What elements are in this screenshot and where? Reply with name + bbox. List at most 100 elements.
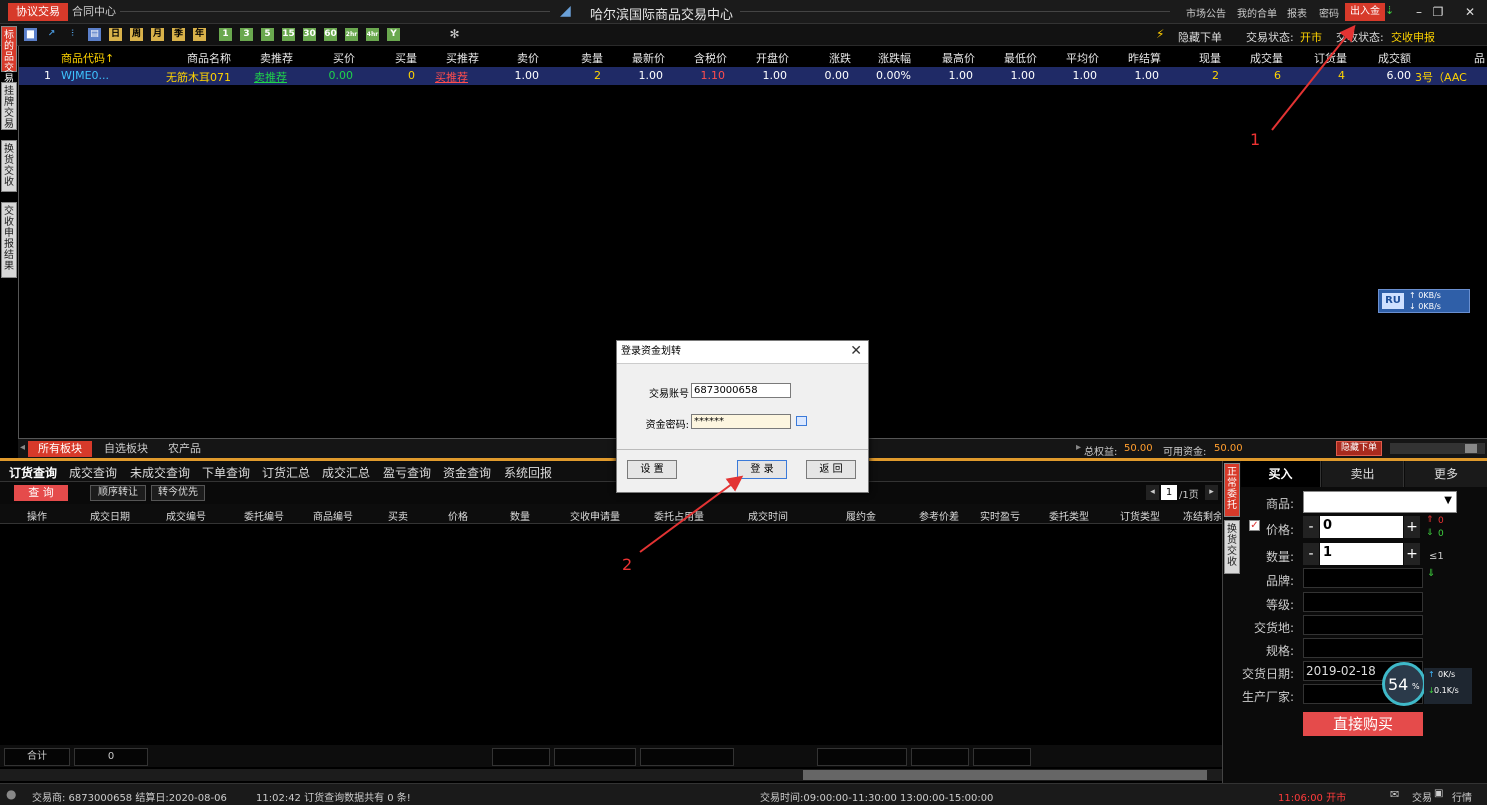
link-password[interactable]: 密码 [1319,5,1339,20]
horizontal-scrollbar[interactable] [1390,443,1485,454]
hour-2[interactable]: 2hr [345,28,358,41]
col-brand[interactable]: 品 [1474,50,1487,66]
quantity-input[interactable]: 1 [1320,543,1403,565]
qcol-frozen-remain[interactable]: 冻结剩余 [1183,508,1221,523]
order-transfer-button[interactable]: 顺序转让 [90,485,146,501]
tab-sell[interactable]: 卖出 [1322,461,1404,487]
col-change[interactable]: 涨跌 [809,50,851,66]
row-sell-rec-link[interactable]: 卖推荐 [241,69,287,85]
scrollbar-thumb[interactable] [1465,444,1477,453]
qtab-pending-query[interactable]: 未成交查询 [130,464,190,481]
qtab-pnl-query[interactable]: 盈亏查询 [383,464,431,481]
period-day[interactable]: 日 [109,28,122,41]
qcol-ref-spread[interactable]: 参考价差 [919,508,959,523]
tab-buy[interactable]: 买入 [1241,461,1321,487]
col-volume[interactable]: 成交量 [1239,50,1283,66]
memory-gauge[interactable]: 54 % [1382,662,1426,706]
qtab-trade-query[interactable]: 成交查询 [69,464,117,481]
qtab-trade-summary[interactable]: 成交汇总 [322,464,370,481]
qtab-order-summary[interactable]: 订货汇总 [262,464,310,481]
period-year[interactable]: 年 [193,28,206,41]
link-market-notice[interactable]: 市场公告 [1186,5,1226,20]
sidetab-exchange-delivery[interactable]: 换货交收 [1,140,17,192]
col-low[interactable]: 最低价 [989,50,1037,66]
price-input[interactable]: 0 [1320,516,1403,538]
delivery-place-field[interactable] [1303,615,1423,635]
minimize-icon[interactable]: – [1411,4,1427,20]
table-icon[interactable]: ▤ [88,28,101,41]
qcol-delivery-qty[interactable]: 交收申请量 [570,508,620,523]
trade-indicator[interactable]: 交易 [1412,789,1432,804]
col-buy-rec[interactable]: 买推荐 [424,50,479,66]
price-plus-button[interactable]: + [1404,516,1420,538]
back-button[interactable]: 返 回 [806,460,856,479]
board-custom[interactable]: 自选板块 [94,441,158,457]
qcol-goods-type[interactable]: 订货类型 [1120,508,1160,523]
col-order-qty[interactable]: 订货量 [1303,50,1347,66]
minute-5[interactable]: 5 [261,28,274,41]
account-input[interactable]: 6873000658 [691,383,791,398]
minute-30[interactable]: 30 [303,28,316,41]
deposit-withdraw-button[interactable]: 出入金 [1345,3,1385,21]
direct-buy-button[interactable]: 直接购买 [1303,712,1423,736]
col-ask[interactable]: 卖价 [499,50,539,66]
tab-contract-center[interactable]: 合同中心 [64,3,124,21]
settings-gear-icon[interactable]: ✻ [448,28,461,41]
query-hscrollbar[interactable] [0,769,1222,781]
period-week[interactable]: 周 [130,28,143,41]
link-my-orders[interactable]: 我的合单 [1237,5,1277,20]
login-button[interactable]: 登 录 [737,460,787,479]
hour-4[interactable]: 4hr [366,28,379,41]
qcol-action[interactable]: 操作 [27,508,47,523]
period-custom[interactable]: Y [387,28,400,41]
scroll-right-icon[interactable]: ▸ [1076,442,1081,453]
qcol-realtime-pnl[interactable]: 实时盈亏 [980,508,1020,523]
period-month[interactable]: 月 [151,28,164,41]
spec-field[interactable] [1303,638,1423,658]
price-minus-button[interactable]: - [1303,516,1319,538]
quantity-minus-button[interactable]: - [1303,543,1319,565]
col-cur-qty[interactable]: 现量 [1179,50,1221,66]
query-button[interactable]: 查 询 [14,485,68,501]
qtab-submit-query[interactable]: 下单查询 [202,464,250,481]
grade-field[interactable] [1303,592,1423,612]
brand-field[interactable] [1303,568,1423,588]
tab-protocol-trade[interactable]: 协议交易 [8,3,68,21]
sidetab-delivery-result[interactable]: 交收申报结果 [1,202,17,278]
col-bid-qty[interactable]: 买量 [379,50,417,66]
quote-indicator[interactable]: 行情 [1452,789,1472,804]
col-high[interactable]: 最高价 [927,50,975,66]
settings-button[interactable]: 设 置 [627,460,677,479]
qcol-order-no[interactable]: 委托编号 [244,508,284,523]
qcol-order-type[interactable]: 委托类型 [1049,508,1089,523]
qcol-trade-no[interactable]: 成交编号 [166,508,206,523]
keyboard-icon[interactable] [796,416,807,426]
mail-icon[interactable]: ✉ [1390,788,1399,801]
page-prev-icon[interactable]: ◂ [1146,485,1159,500]
col-prev-settle[interactable]: 昨结算 [1109,50,1161,66]
close-icon[interactable]: ✕ [1462,4,1478,20]
col-avg[interactable]: 平均价 [1049,50,1099,66]
hide-order-button[interactable]: 隐藏下单 [1336,441,1383,456]
sidetab-listing-trade[interactable]: 挂牌交易 [1,82,17,130]
minute-15[interactable]: 15 [282,28,295,41]
col-last[interactable]: 最新价 [619,50,665,66]
qcol-performance[interactable]: 履约金 [846,508,876,523]
qcol-side[interactable]: 买卖 [388,508,408,523]
col-ask-qty[interactable]: 卖量 [565,50,603,66]
col-open[interactable]: 开盘价 [741,50,789,66]
transfer-priority-button[interactable]: 转今优先 [151,485,205,501]
page-next-icon[interactable]: ▸ [1205,485,1218,500]
qcol-price[interactable]: 价格 [448,508,468,523]
scroll-left-icon[interactable]: ◂ [20,442,25,453]
password-input[interactable]: ****** [691,414,791,429]
dialog-close-icon[interactable]: ✕ [850,343,862,359]
col-tax-price[interactable]: 含税价 [679,50,727,66]
candlestick-icon[interactable]: ⫶ [66,28,79,41]
col-code[interactable]: 商品代码↑ [61,50,137,66]
col-name[interactable]: 商品名称 [169,50,231,66]
restore-icon[interactable]: ❐ [1430,4,1446,20]
hide-order-link[interactable]: 隐藏下单 [1178,29,1222,45]
minute-1[interactable]: 1 [219,28,232,41]
col-sell-rec[interactable]: 卖推荐 [241,50,293,66]
